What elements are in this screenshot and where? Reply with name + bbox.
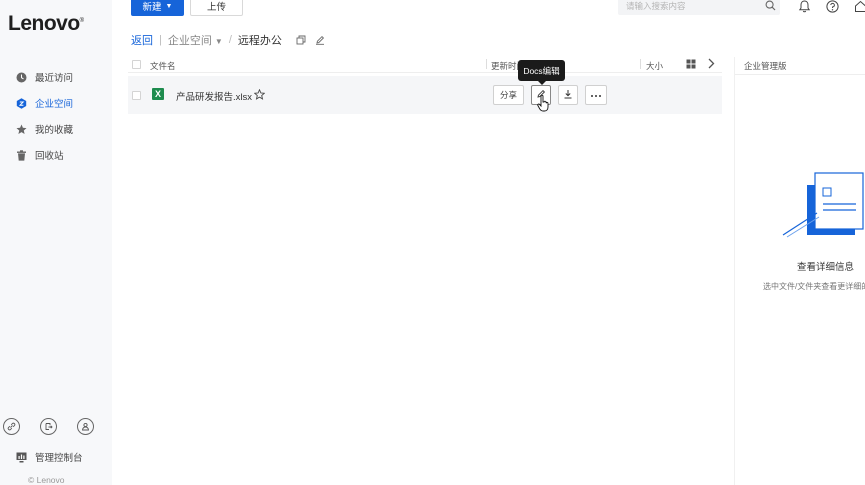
upload-button[interactable]: 上传 [190, 0, 243, 16]
sidebar-item-label: 最近访问 [35, 73, 74, 84]
link-icon [7, 418, 16, 436]
table-row[interactable]: X 产品研发报告.xlsx 分享 [128, 76, 722, 114]
breadcrumb-space-dropdown[interactable]: 企业空间 ▼ [168, 32, 223, 48]
sidebar-item-label: 我的收藏 [35, 125, 74, 136]
breadcrumb-separator: / [228, 34, 232, 46]
download-button[interactable] [558, 85, 578, 105]
rename-edit-icon[interactable] [315, 35, 325, 45]
enterprise-space-icon [16, 97, 27, 109]
admin-console-link[interactable]: 管理控制台 [16, 450, 83, 464]
caret-down-icon: ▼ [165, 2, 173, 10]
file-name[interactable]: 产品研发报告.xlsx [176, 89, 252, 103]
trash-icon [16, 149, 27, 161]
link-button[interactable] [3, 418, 20, 435]
bell-icon[interactable] [798, 0, 811, 13]
caret-down-icon: ▼ [214, 37, 223, 46]
clock-icon [16, 72, 27, 83]
back-link[interactable]: 返回 [131, 32, 153, 48]
search-input[interactable] [626, 0, 756, 11]
details-panel-title: 企业管理版 [744, 61, 787, 71]
admin-console-label: 管理控制台 [35, 453, 83, 464]
document-illustration-icon [781, 169, 865, 244]
upload-button-label: 上传 [206, 2, 226, 13]
column-header-name[interactable]: 文件名 [150, 60, 176, 72]
sidebar-item-trash[interactable]: 回收站 [0, 142, 112, 168]
sidebar-item-label: 企业空间 [35, 99, 74, 110]
sidebar-item-label: 回收站 [35, 151, 64, 162]
grid-view-icon[interactable] [686, 59, 696, 71]
copyright-text: © Lenovo [28, 475, 65, 485]
column-divider [486, 59, 487, 69]
excel-file-icon: X [152, 88, 164, 100]
breadcrumb-separator: | [159, 34, 162, 46]
breadcrumb: 返回 | 企业空间 ▼ / 远程办公 [131, 32, 325, 48]
sidebar-bottom-tools [0, 418, 112, 435]
breadcrumb-space-label: 企业空间 [167, 35, 212, 47]
star-icon [16, 124, 27, 135]
sidebar-item-favorites[interactable]: 我的收藏 [0, 116, 112, 142]
search-icon[interactable] [765, 0, 776, 16]
hand-pointer-cursor-icon [537, 94, 550, 117]
sidebar-nav: 最近访问 企业空间 我的收藏 回收站 [0, 64, 112, 168]
search-box [618, 0, 780, 15]
share-link-button[interactable] [40, 418, 57, 435]
help-icon[interactable] [826, 0, 839, 13]
new-button[interactable]: 新建 ▼ [131, 0, 184, 16]
select-all-checkbox[interactable] [132, 60, 141, 69]
share-button[interactable]: 分享 [493, 85, 524, 105]
user-button[interactable] [77, 418, 94, 435]
breadcrumb-current-folder: 远程办公 [237, 35, 282, 47]
row-checkbox[interactable] [132, 91, 141, 100]
share-button-label: 分享 [499, 90, 517, 100]
user-icon [81, 418, 90, 436]
divider [735, 74, 865, 75]
details-panel: 企业管理版 查看详细信息 选中文件/文件夹查看更详细的 [734, 57, 865, 485]
file-table-header: 文件名 更新时间 大小 [128, 57, 722, 73]
chevron-right-icon[interactable] [707, 58, 715, 71]
share-icon [44, 418, 53, 436]
more-dots-icon [590, 90, 602, 100]
sidebar-item-recent[interactable]: 最近访问 [0, 64, 112, 90]
column-divider [640, 59, 641, 69]
lenovo-logo: Lenovo® [8, 12, 84, 35]
details-empty-title: 查看详细信息 [797, 262, 855, 273]
monitor-chart-icon [16, 452, 27, 463]
sidebar-item-enterprise-space[interactable]: 企业空间 [0, 90, 112, 116]
download-icon [563, 89, 573, 101]
copy-path-icon[interactable] [296, 35, 306, 45]
home-icon[interactable] [854, 0, 865, 13]
sidebar: Lenovo® 最近访问 企业空间 我的收藏 回收站 管理控制台 © Lenov… [0, 0, 112, 485]
favorite-star-icon[interactable] [253, 87, 266, 105]
details-empty-hint: 选中文件/文件夹查看更详细的 [763, 282, 865, 291]
docs-edit-tooltip: Docs编辑 [518, 60, 565, 85]
new-button-label: 新建 [142, 2, 162, 13]
app-window: Lenovo® 最近访问 企业空间 我的收藏 回收站 管理控制台 © Lenov… [0, 0, 865, 485]
more-options-button[interactable] [585, 85, 607, 105]
column-header-size[interactable]: 大小 [646, 60, 663, 72]
